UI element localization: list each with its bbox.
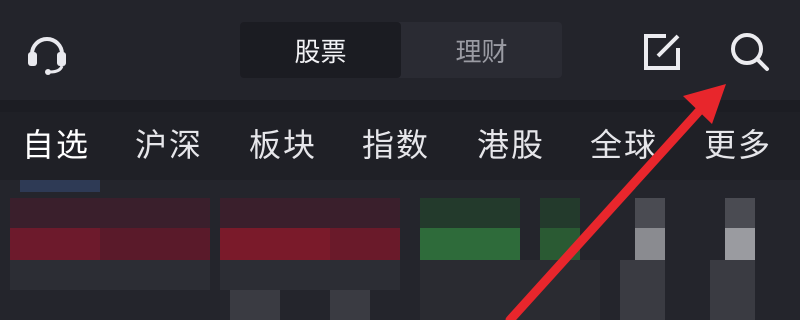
search-button[interactable] [726,28,774,76]
nav-item-indices[interactable]: 指数 [362,120,430,166]
market-nav: 自选 沪深 板块 指数 港股 全球 更多 [0,112,800,182]
tab-wealth[interactable]: 理财 [401,22,562,78]
tab-stocks[interactable]: 股票 [240,22,401,78]
nav-item-shanghai-shenzhen[interactable]: 沪深 [135,120,203,166]
quote-list-blurred [0,180,800,320]
top-bar: 股票 理财 [0,0,800,100]
headset-icon [28,37,66,75]
nav-item-sectors[interactable]: 板块 [249,120,317,166]
nav-item-more[interactable]: 更多 [704,120,772,166]
search-icon [731,33,769,71]
nav-item-hk-stocks[interactable]: 港股 [477,120,545,166]
customer-service-button[interactable] [22,26,72,76]
nav-item-watchlist[interactable]: 自选 [22,120,90,166]
edit-button[interactable] [640,30,684,74]
main-tab-switcher: 股票 理财 [240,22,562,78]
edit-icon [644,34,680,70]
nav-item-global[interactable]: 全球 [590,120,658,166]
